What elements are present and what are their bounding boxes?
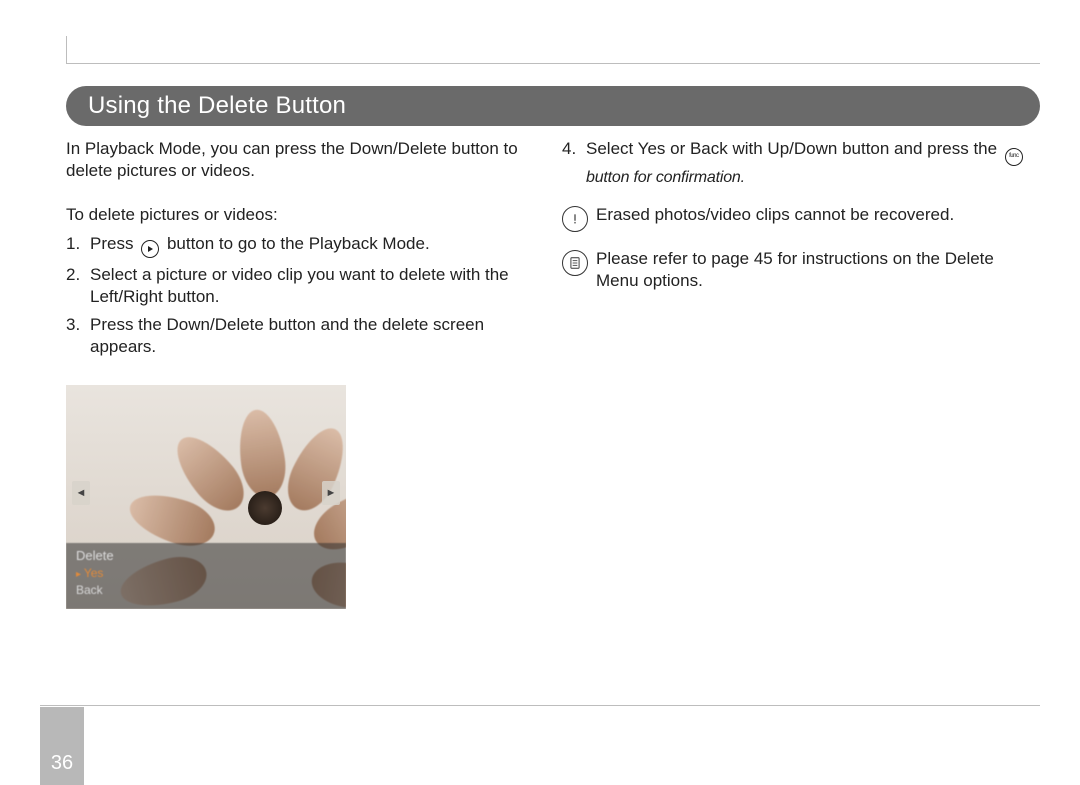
top-margin-bar <box>66 36 1040 64</box>
step-text: Select Yes or Back with Up/Down button a… <box>586 138 1040 188</box>
warning-note: Erased photos/video clips cannot be reco… <box>562 204 1040 232</box>
step-number: 1. <box>66 233 90 258</box>
func-ok-icon <box>1005 148 1023 166</box>
section-title: Using the Delete Button <box>88 92 346 120</box>
lcd-menu-option: Back <box>76 582 336 599</box>
step-text: Press button to go to the Playback Mode. <box>90 233 544 258</box>
section-title-bar: Using the Delete Button <box>66 86 1040 126</box>
lcd-menu-selected: Yes <box>76 565 336 582</box>
lcd-menu-title: Delete <box>76 547 336 565</box>
step-number: 2. <box>66 264 90 308</box>
step-text-italic: button for confirmation. <box>586 169 745 186</box>
flower-graphic <box>178 413 338 563</box>
step-1: 1. Press button to go to the Playback Mo… <box>66 233 544 258</box>
reference-note: Please refer to page 45 for instructions… <box>562 248 1040 292</box>
warning-text: Erased photos/video clips cannot be reco… <box>596 204 1040 232</box>
step-text-before: Select Yes or Back with Up/Down button a… <box>586 139 997 158</box>
step-text-after: button to go to the Playback Mode. <box>167 234 430 253</box>
step-text: Press the Down/Delete button and the del… <box>90 314 544 358</box>
warning-icon <box>562 206 588 232</box>
steps-heading: To delete pictures or videos: <box>66 204 544 226</box>
note-icon <box>562 250 588 276</box>
step-text-before: Press <box>90 234 133 253</box>
camera-lcd-illustration: ◄ ► Delete Yes Back <box>66 385 346 609</box>
footer-rule <box>40 705 1040 749</box>
lcd-nav-left-icon: ◄ <box>72 481 90 505</box>
body: In Playback Mode, you can press the Down… <box>66 138 1040 715</box>
page-number: 36 <box>40 707 84 785</box>
intro-text: In Playback Mode, you can press the Down… <box>66 138 544 182</box>
steps-list: 1. Press button to go to the Playback Mo… <box>66 233 544 357</box>
manual-page: Using the Delete Button In Playback Mode… <box>0 0 1080 785</box>
step-number: 4. <box>562 138 586 188</box>
step-number: 3. <box>66 314 90 358</box>
reference-text: Please refer to page 45 for instructions… <box>596 248 1040 292</box>
step-3: 3. Press the Down/Delete button and the … <box>66 314 544 358</box>
playback-icon <box>141 240 159 258</box>
right-column: 4. Select Yes or Back with Up/Down butto… <box>562 138 1040 715</box>
lcd-nav-right-icon: ► <box>322 481 340 505</box>
step-text: Select a picture or video clip you want … <box>90 264 544 308</box>
left-column: In Playback Mode, you can press the Down… <box>66 138 544 715</box>
step-2: 2. Select a picture or video clip you wa… <box>66 264 544 308</box>
step-4: 4. Select Yes or Back with Up/Down butto… <box>562 138 1040 188</box>
lcd-delete-menu: Delete Yes Back <box>66 543 346 609</box>
steps-list-cont: 4. Select Yes or Back with Up/Down butto… <box>562 138 1040 188</box>
